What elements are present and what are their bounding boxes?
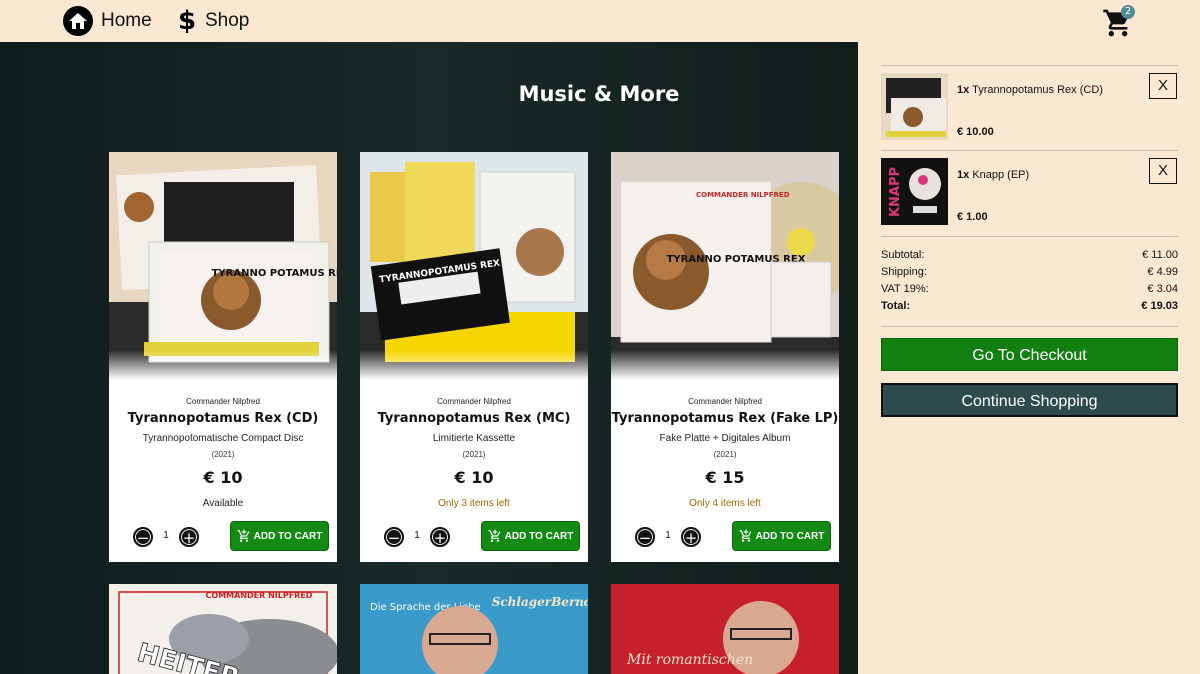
nav-shop-link[interactable]: $ Shop bbox=[177, 6, 249, 36]
product-title: Tyrannopotamus Rex (CD) bbox=[127, 411, 319, 426]
add-to-cart-button[interactable]: ADD TO CART bbox=[230, 521, 329, 551]
lp-brand-text: COMMANDER NILPFRED bbox=[696, 191, 790, 199]
cart-item-name: 1x Knapp (EP) bbox=[957, 169, 1029, 181]
add-to-cart-label: ADD TO CART bbox=[755, 530, 825, 542]
qty-minus-button[interactable]: − bbox=[635, 527, 655, 547]
cart-item-name: 1x Tyrannopotamus Rex (CD) bbox=[957, 84, 1103, 96]
cart-item-qty: 1x bbox=[957, 169, 970, 181]
cart-item-price: € 10.00 bbox=[957, 126, 994, 138]
cart-item-thumbnail bbox=[881, 73, 948, 140]
product-stock: Available bbox=[202, 498, 244, 509]
vat-row: VAT 19%: € 3.04 bbox=[881, 283, 1178, 300]
subtotal-row: Subtotal: € 11.00 bbox=[881, 249, 1178, 266]
product-subtitle: Tyrannopotomatische Compact Disc bbox=[142, 433, 304, 444]
remove-item-button[interactable]: X bbox=[1149, 158, 1177, 184]
product-card: TYRANNOPOTAMUS REX Commander Nilpfred Ty… bbox=[360, 152, 588, 562]
product-card-partial[interactable]: COMMANDER NILPFRED HEITER bbox=[109, 584, 337, 674]
cd-cover-text: TYRANNO POTAMUS REX bbox=[212, 268, 337, 279]
cart-item: KNAPP 1x Knapp (EP) € 1.00 X bbox=[881, 150, 1178, 235]
add-to-cart-button[interactable]: ADD TO CART bbox=[732, 521, 831, 551]
nav-home-label: Home bbox=[101, 10, 152, 31]
add-to-cart-label: ADD TO CART bbox=[504, 530, 574, 542]
divider bbox=[881, 326, 1178, 327]
heiter-brand-text: COMMANDER NILPFRED bbox=[206, 591, 313, 600]
add-cart-icon bbox=[488, 529, 500, 542]
add-cart-icon bbox=[237, 529, 249, 542]
continue-shopping-button[interactable]: Continue Shopping bbox=[881, 383, 1178, 417]
add-cart-icon bbox=[739, 529, 751, 542]
product-card: TYRANNO POTAMUS REX Commander Nilpfred T… bbox=[109, 152, 337, 562]
product-image: COMMANDER NILPFRED TYRANNO POTAMUS REX bbox=[611, 152, 839, 380]
home-icon bbox=[63, 6, 93, 36]
cart-button[interactable]: 2 bbox=[1102, 5, 1138, 37]
vat-value: € 3.04 bbox=[1147, 283, 1178, 295]
qty-value[interactable]: 1 bbox=[661, 530, 675, 541]
shipping-value: € 4.99 bbox=[1147, 266, 1178, 278]
product-price: € 15 bbox=[705, 468, 745, 487]
cart-panel: 1x Tyrannopotamus Rex (CD) € 10.00 X KNA… bbox=[858, 42, 1200, 674]
shipping-row: Shipping: € 4.99 bbox=[881, 266, 1178, 283]
dollar-icon: $ bbox=[177, 6, 197, 36]
product-artist: Commander Nilpfred bbox=[688, 397, 762, 406]
product-artist: Commander Nilpfred bbox=[186, 397, 260, 406]
subtotal-label: Subtotal: bbox=[881, 249, 925, 261]
product-card: COMMANDER NILPFRED TYRANNO POTAMUS REX C… bbox=[611, 152, 839, 562]
qty-plus-button[interactable]: + bbox=[681, 527, 701, 547]
main-content: Music & More TYRANNO POTAMUS REX Command… bbox=[0, 42, 858, 674]
product-year: (2021) bbox=[211, 450, 235, 459]
cart-count-badge: 2 bbox=[1121, 5, 1135, 19]
romantic-cover-text: Mit romantischen bbox=[626, 652, 753, 668]
product-card-partial[interactable]: SchlagerBernd Die Sprache der Liebe bbox=[360, 584, 588, 674]
qty-value[interactable]: 1 bbox=[159, 530, 173, 541]
qty-plus-button[interactable]: + bbox=[430, 527, 450, 547]
checkout-button[interactable]: Go To Checkout bbox=[881, 338, 1178, 371]
top-nav: Home $ Shop 2 bbox=[0, 0, 1200, 42]
qty-minus-button[interactable]: − bbox=[133, 527, 153, 547]
product-year: (2021) bbox=[462, 450, 486, 459]
product-stock: Only 4 items left bbox=[689, 498, 761, 509]
vat-label: VAT 19%: bbox=[881, 283, 929, 295]
product-artist: Commander Nilpfred bbox=[437, 397, 511, 406]
shipping-label: Shipping: bbox=[881, 266, 927, 278]
cart-totals: Subtotal: € 11.00 Shipping: € 4.99 VAT 1… bbox=[881, 236, 1178, 317]
knapp-cover-text: KNAPP bbox=[888, 167, 903, 217]
cart-item-title: Tyrannopotamus Rex (CD) bbox=[972, 84, 1103, 96]
product-stock: Only 3 items left bbox=[438, 498, 510, 509]
qty-plus-button[interactable]: + bbox=[179, 527, 199, 547]
cart-item-qty: 1x bbox=[957, 84, 970, 96]
total-label: Total: bbox=[881, 300, 911, 312]
product-subtitle: Limitierte Kassette bbox=[432, 433, 516, 444]
page-title: Music & More bbox=[518, 82, 680, 106]
qty-minus-button[interactable]: − bbox=[384, 527, 404, 547]
cart-item-title: Knapp (EP) bbox=[972, 169, 1030, 181]
product-year: (2021) bbox=[713, 450, 737, 459]
subtotal-value: € 11.00 bbox=[1142, 249, 1178, 261]
product-image: TYRANNOPOTAMUS REX bbox=[360, 152, 588, 380]
add-to-cart-button[interactable]: ADD TO CART bbox=[481, 521, 580, 551]
nav-shop-label: Shop bbox=[205, 10, 250, 31]
cart-item-price: € 1.00 bbox=[957, 211, 988, 223]
product-title: Tyrannopotamus Rex (MC) bbox=[377, 411, 571, 426]
cart-item-thumbnail: KNAPP bbox=[881, 158, 948, 225]
qty-value[interactable]: 1 bbox=[410, 530, 424, 541]
product-card-partial[interactable]: Mit romantischen bbox=[611, 584, 839, 674]
product-price: € 10 bbox=[454, 468, 494, 487]
cart-item: 1x Tyrannopotamus Rex (CD) € 10.00 X bbox=[881, 65, 1178, 150]
add-to-cart-label: ADD TO CART bbox=[253, 530, 323, 542]
product-price: € 10 bbox=[203, 468, 243, 487]
schlager-brand-text: SchlagerBernd bbox=[492, 595, 588, 609]
remove-item-button[interactable]: X bbox=[1149, 73, 1177, 99]
total-value: € 19.03 bbox=[1141, 300, 1178, 312]
nav-home-link[interactable]: Home bbox=[63, 6, 152, 36]
product-title: Tyrannopotamus Rex (Fake LP) bbox=[611, 411, 839, 426]
total-row: Total: € 19.03 bbox=[881, 300, 1178, 317]
product-image: TYRANNO POTAMUS REX bbox=[109, 152, 337, 380]
product-subtitle: Fake Platte + Digitales Album bbox=[659, 433, 791, 444]
